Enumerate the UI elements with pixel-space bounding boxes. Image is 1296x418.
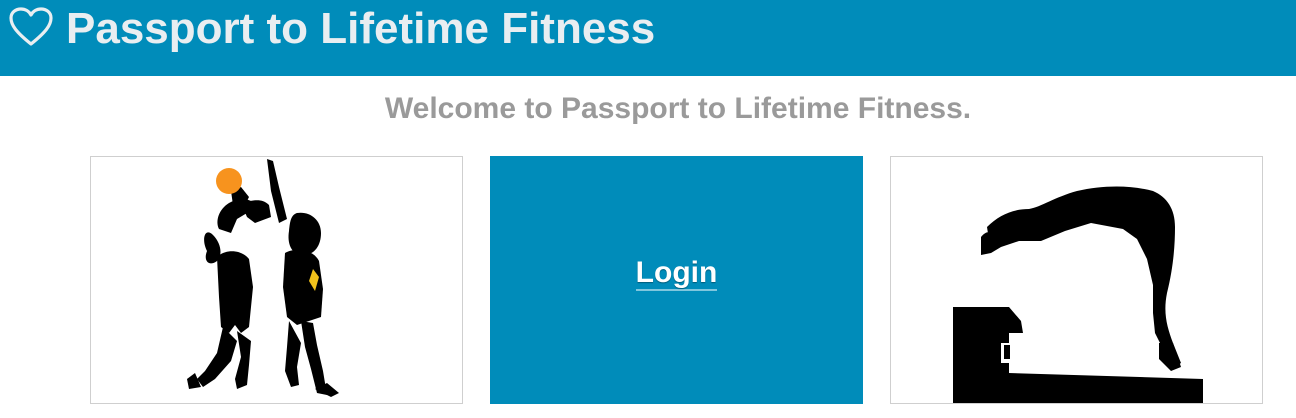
swimmer-image-tile: [890, 156, 1263, 404]
welcome-heading: Welcome to Passport to Lifetime Fitness.: [384, 92, 972, 125]
login-label[interactable]: Login: [635, 256, 718, 291]
app-title: Passport to Lifetime Fitness: [66, 4, 656, 53]
swimmer-diving-image: [953, 186, 1203, 403]
login-link[interactable]: Login: [491, 253, 862, 293]
basketball-players-image: [187, 159, 339, 397]
app-header: Passport to Lifetime Fitness: [0, 0, 1296, 76]
heart-icon: [9, 7, 53, 46]
basketball-image-tile: [90, 156, 463, 404]
login-tile[interactable]: Login: [490, 156, 863, 404]
